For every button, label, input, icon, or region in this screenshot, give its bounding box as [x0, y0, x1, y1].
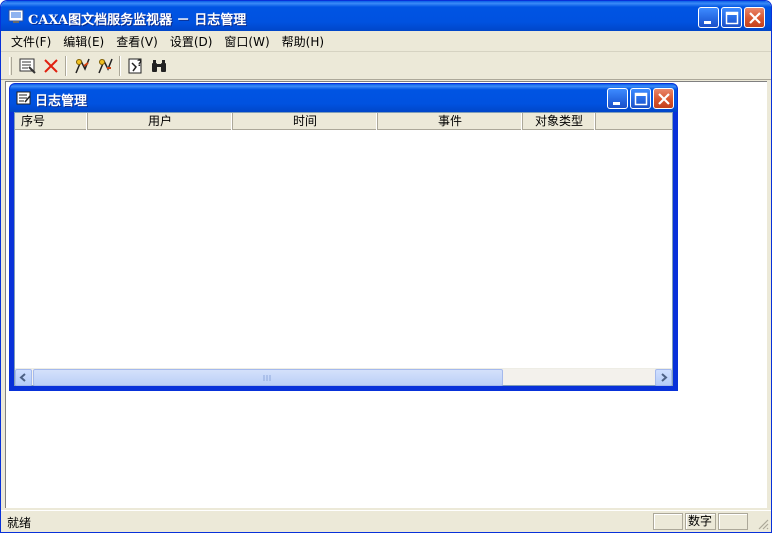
scroll-left-button[interactable] [15, 369, 32, 386]
close-icon [658, 93, 670, 105]
log-list-view[interactable]: 序号 用户 时间 事件 对象类型 [14, 112, 673, 386]
column-header-event[interactable]: 事件 [378, 113, 523, 130]
column-header-index[interactable]: 序号 [15, 113, 88, 130]
chevron-left-icon [19, 373, 26, 382]
refresh-help-icon: ? [128, 58, 142, 74]
resize-grip-icon[interactable] [757, 518, 769, 530]
app-titlebar[interactable]: CAXA图文档服务监视器 － 日志管理 [1, 1, 771, 31]
minimize-icon [704, 21, 711, 24]
child-titlebar[interactable]: 日志管理 [10, 84, 677, 112]
close-icon [749, 12, 761, 24]
toolbar-separator [119, 56, 121, 76]
svg-text:?: ? [137, 59, 142, 69]
minimize-icon [613, 102, 620, 105]
mdi-client-area: 日志管理 序号 用户 时间 事件 对象类型 [5, 81, 767, 508]
log-view-button[interactable] [16, 55, 39, 77]
maximize-icon [725, 11, 739, 25]
app-monitor-icon [8, 8, 24, 24]
menu-edit[interactable]: 编辑(E) [57, 33, 110, 50]
column-header-object-type[interactable]: 对象类型 [523, 113, 596, 130]
filter-object-icon [97, 58, 113, 74]
status-pane-scroll [718, 513, 748, 530]
maximize-button[interactable] [721, 7, 742, 28]
log-window-icon [16, 90, 32, 109]
column-header-time[interactable]: 时间 [233, 113, 378, 130]
grip-lines-icon [263, 375, 271, 381]
menu-file[interactable]: 文件(F) [5, 33, 57, 50]
menu-view[interactable]: 查看(V) [110, 33, 164, 50]
minimize-button[interactable] [698, 7, 719, 28]
child-minimize-button[interactable] [607, 88, 628, 109]
refresh-help-button[interactable]: ? [124, 55, 147, 77]
status-text: 就绪 [7, 516, 32, 530]
child-window-title: 日志管理 [35, 94, 88, 109]
menu-bar: 文件(F) 编辑(E) 查看(V) 设置(D) 窗口(W) 帮助(H) [1, 31, 771, 52]
status-pane-num: 数字 [685, 513, 716, 530]
menu-settings[interactable]: 设置(D) [164, 33, 219, 50]
find-button[interactable] [147, 55, 170, 77]
menu-window[interactable]: 窗口(W) [218, 33, 275, 50]
menu-help[interactable]: 帮助(H) [276, 33, 330, 50]
status-pane-caps [653, 513, 683, 530]
list-header: 序号 用户 时间 事件 对象类型 [15, 113, 672, 130]
toolbar: ? [1, 53, 771, 80]
find-binoculars-icon [151, 60, 166, 72]
filter-user-icon [74, 58, 90, 74]
app-title: CAXA图文档服务监视器 － 日志管理 [28, 13, 247, 28]
log-management-window: 日志管理 序号 用户 时间 事件 对象类型 [9, 83, 678, 391]
maximize-icon [634, 92, 648, 106]
filter-object-button[interactable] [93, 55, 116, 77]
child-close-button[interactable] [653, 88, 674, 109]
delete-button[interactable] [39, 55, 62, 77]
child-maximize-button[interactable] [630, 88, 651, 109]
app-window: CAXA图文档服务监视器 － 日志管理 文件(F) 编辑(E) 查看(V) 设置… [0, 0, 772, 533]
horizontal-scrollbar[interactable] [15, 368, 672, 386]
delete-icon [43, 59, 58, 73]
close-button[interactable] [744, 7, 765, 28]
filter-user-button[interactable] [70, 55, 93, 77]
scroll-thumb[interactable] [33, 369, 503, 386]
toolbar-grip[interactable] [9, 57, 12, 75]
toolbar-separator [65, 56, 67, 76]
scroll-right-button[interactable] [655, 369, 672, 386]
chevron-right-icon [661, 373, 668, 382]
column-header-user[interactable]: 用户 [88, 113, 233, 130]
log-view-icon [19, 58, 36, 74]
status-bar: 就绪 数字 [1, 510, 771, 532]
